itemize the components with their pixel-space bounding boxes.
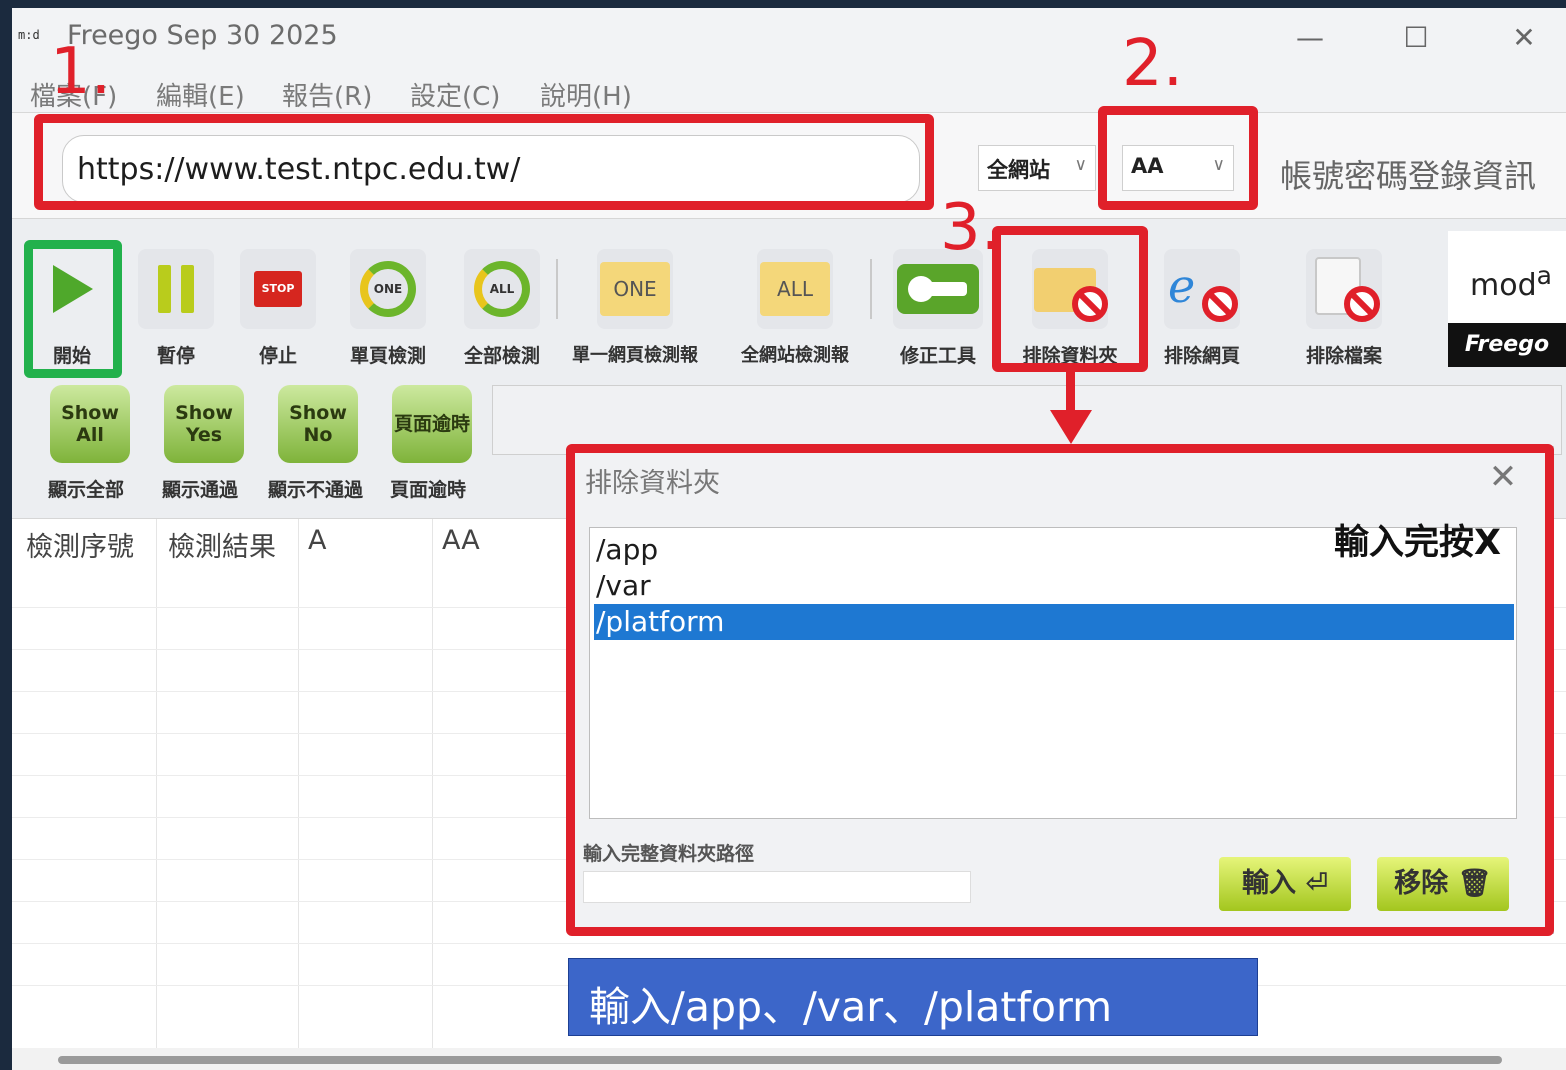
close-window-button[interactable]: ✕	[1496, 18, 1552, 58]
exclude-page-button[interactable]: e 排除網頁	[1152, 249, 1252, 368]
moda-logo: moda Freego	[1448, 231, 1566, 367]
site-report-label: 全網站檢測報	[741, 345, 849, 366]
all-check-label: 全部檢測	[463, 345, 540, 367]
row-divider	[12, 943, 1566, 944]
refresh-one-icon: ONE	[350, 249, 426, 329]
show-yes-label: 顯示通過	[162, 479, 239, 501]
annotation-note: 輸入完按X	[1334, 523, 1501, 563]
exclude-file-label: 排除檔案	[1305, 345, 1382, 367]
step-1-label: 1.	[50, 35, 112, 109]
annotation-box-account	[1098, 106, 1258, 210]
menu-edit[interactable]: 編輯(E)	[156, 76, 245, 113]
exclude-page-label: 排除網頁	[1163, 345, 1240, 367]
login-info-label[interactable]: 帳號密碼登錄資訊	[1280, 151, 1536, 197]
single-page-check-label: 單頁檢測	[349, 345, 426, 367]
moda-logo-sup: a	[1536, 261, 1552, 290]
exclude-file-icon	[1306, 249, 1382, 329]
scope-value: 全網站	[987, 158, 1050, 182]
show-no-label: 顯示不通過	[268, 479, 364, 501]
step-2-label: 2.	[1122, 27, 1184, 101]
menu-settings[interactable]: 設定(C)	[410, 76, 500, 113]
annotation-box-exclude-folder	[992, 226, 1148, 372]
app-logo: m:d	[18, 28, 40, 42]
refresh-all-icon: ALL	[464, 249, 540, 329]
stop-icon-text: STOP	[254, 271, 302, 307]
chevron-down-icon: ∨	[1074, 155, 1087, 175]
menu-help[interactable]: 說明(H)	[540, 76, 632, 113]
single-page-report-button[interactable]: ONE 單一網頁檢測報	[568, 249, 702, 367]
pause-button[interactable]: 暫停	[134, 249, 218, 368]
folder-all-icon: ALL	[757, 249, 833, 329]
maximize-button[interactable]: ☐	[1388, 18, 1444, 58]
scrollbar-thumb[interactable]	[58, 1056, 1502, 1064]
menu-bar: 檔案(F) 編輯(E) 報告(R) 設定(C) 說明(H)	[12, 68, 1566, 112]
title-bar: m:d Freego Sep 30 2025 — ☐ ✕	[12, 8, 1566, 68]
refresh-all-text: ALL	[474, 261, 530, 317]
menu-report[interactable]: 報告(R)	[282, 76, 372, 113]
exclude-page-icon: e	[1164, 249, 1240, 329]
site-report-button[interactable]: ALL 全網站檢測報	[728, 249, 862, 367]
annotation-caption: 輸入/app、/var、/platform	[568, 958, 1258, 1036]
header-level-a[interactable]: A	[308, 525, 326, 556]
horizontal-scrollbar[interactable]	[12, 1048, 1566, 1070]
svg-text:e: e	[1168, 259, 1195, 313]
show-all-label: 顯示全部	[48, 479, 125, 501]
stop-label: 停止	[258, 345, 297, 367]
page-timeout-label: 頁面逾時	[390, 479, 467, 501]
show-yes-button[interactable]: Show Yes	[164, 385, 244, 463]
folder-one-icon: ONE	[597, 249, 673, 329]
moda-logo-text: mod	[1470, 268, 1537, 303]
header-check-number[interactable]: 檢測序號	[26, 525, 134, 564]
step-3-label: 3.	[940, 191, 1002, 265]
scope-select[interactable]: 全網站 ∨	[978, 145, 1096, 191]
show-all-button[interactable]: Show All	[50, 385, 130, 463]
fix-tool-button[interactable]: 修正工具	[890, 249, 986, 368]
all-check-button[interactable]: ALL 全部檢測	[452, 249, 552, 368]
freego-logo-text: Freego	[1448, 323, 1566, 367]
column-divider	[298, 519, 299, 1049]
pause-label: 暫停	[156, 345, 195, 367]
header-level-aa[interactable]: AA	[442, 525, 480, 556]
single-page-report-label: 單一網頁檢測報	[572, 345, 698, 366]
pause-icon	[138, 249, 214, 329]
fix-tool-label: 修正工具	[899, 345, 976, 367]
header-check-result[interactable]: 檢測結果	[168, 525, 276, 564]
show-no-button[interactable]: Show No	[278, 385, 358, 463]
page-timeout-button[interactable]: 頁面逾時	[392, 385, 472, 463]
stop-icon: STOP	[240, 249, 316, 329]
toolbar-separator	[556, 259, 558, 319]
folder-one-text: ONE	[600, 262, 670, 316]
annotation-box-start	[24, 240, 122, 378]
toolbar-separator	[870, 259, 872, 319]
minimize-button[interactable]: —	[1282, 18, 1338, 58]
stop-button[interactable]: STOP 停止	[236, 249, 320, 368]
folder-all-text: ALL	[760, 262, 830, 316]
column-divider	[156, 519, 157, 1049]
exclude-file-button[interactable]: 排除檔案	[1294, 249, 1394, 368]
column-divider	[432, 519, 433, 1049]
single-page-check-button[interactable]: ONE 單頁檢測	[338, 249, 438, 368]
annotation-box-url	[34, 114, 934, 210]
annotation-arrow	[1050, 370, 1092, 444]
refresh-one-text: ONE	[360, 261, 416, 317]
